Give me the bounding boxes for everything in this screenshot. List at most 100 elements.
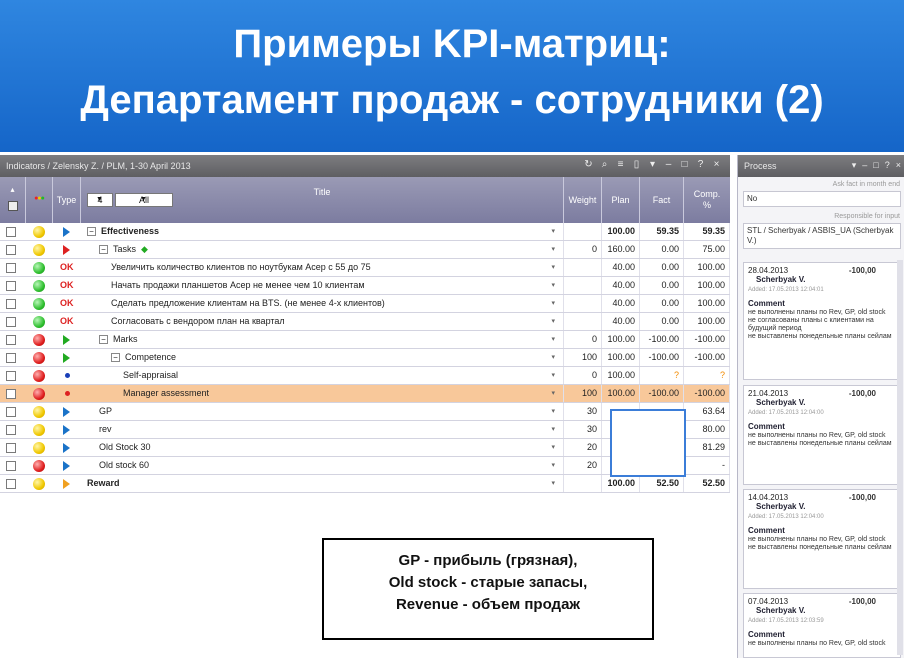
search-icon[interactable]: ⌕ (599, 159, 610, 171)
collapse-icon[interactable]: − (99, 335, 108, 345)
weight-cell[interactable]: 100 (564, 385, 602, 402)
select-all-checkbox[interactable] (8, 201, 18, 211)
maximize-icon[interactable]: □ (679, 159, 690, 171)
row-title-cell[interactable]: Manager assessment ▾ (81, 385, 564, 402)
row-checkbox[interactable] (6, 281, 16, 291)
row-menu-icon[interactable]: ▾ (551, 367, 555, 384)
table-row[interactable]: Reward ▾ 100.00 52.50 52.50 (0, 475, 730, 493)
weight-cell[interactable]: 0 (564, 331, 602, 348)
plan-cell[interactable]: 100.00 (602, 223, 640, 240)
dropdown-icon[interactable]: ▾ (852, 160, 857, 171)
weight-column-header[interactable]: Weight (564, 177, 602, 223)
minimize-icon[interactable]: – (663, 159, 674, 171)
help-icon[interactable]: ? (695, 159, 706, 171)
row-menu-icon[interactable]: ▾ (551, 241, 555, 258)
fact-cell[interactable]: 0.00 (640, 277, 684, 294)
fact-cell[interactable]: -100.00 (640, 331, 684, 348)
table-row[interactable]: − Marks ▾ 0 100.00 -100.00 -100.00 (0, 331, 730, 349)
title-header-label[interactable]: Title (81, 187, 563, 197)
comp-cell[interactable]: -100.00 (684, 349, 730, 366)
comp-cell[interactable]: ? (684, 367, 730, 384)
row-menu-icon[interactable]: ▾ (551, 223, 555, 240)
comp-column-header[interactable]: Comp. % (684, 177, 730, 223)
comp-cell[interactable]: 81.29 (684, 439, 730, 456)
refresh-icon[interactable]: ↻ (583, 159, 594, 171)
row-menu-icon[interactable]: ▾ (551, 259, 555, 276)
document-icon[interactable]: ▯ (631, 159, 642, 171)
comp-cell[interactable]: - (684, 457, 730, 474)
comment-entry[interactable]: 14.04.2013 -100,00 Scherbyak V. Added: 17.0… (743, 489, 901, 589)
row-menu-icon[interactable]: ▾ (551, 295, 555, 312)
comp-cell[interactable]: 75.00 (684, 241, 730, 258)
weight-cell[interactable] (564, 277, 602, 294)
list-icon[interactable]: ≡ (615, 159, 626, 171)
weight-cell[interactable] (564, 475, 602, 492)
row-title-cell[interactable]: Old Stock 30 ▾ (81, 439, 564, 456)
plan-cell[interactable]: 40.00 (602, 313, 640, 330)
maximize-icon[interactable]: □ (873, 160, 878, 171)
weight-cell[interactable] (564, 259, 602, 276)
weight-cell[interactable]: 100 (564, 349, 602, 366)
table-row[interactable]: OK Начать продажи планшетов Асер не менее… (0, 277, 730, 295)
weight-cell[interactable] (564, 295, 602, 312)
comp-cell[interactable]: 52.50 (684, 475, 730, 492)
plan-cell[interactable]: 40.00 (602, 259, 640, 276)
row-title-cell[interactable]: Сделать предложение клиентам на BTS. (не… (81, 295, 564, 312)
comment-entry[interactable]: 07.04.2013 -100,00 Scherbyak V. Added: 17.0… (743, 593, 901, 658)
row-title-cell[interactable]: Old stock 60 ▾ (81, 457, 564, 474)
fact-cell[interactable]: 52.50 (640, 475, 684, 492)
weight-cell[interactable]: 20 (564, 439, 602, 456)
table-row[interactable]: − Effectiveness ▾ 100.00 59.35 59.35 (0, 223, 730, 241)
help-icon[interactable]: ? (885, 160, 890, 171)
comp-cell[interactable]: -100.00 (684, 385, 730, 402)
row-checkbox[interactable] (6, 335, 16, 345)
collapse-icon[interactable]: − (111, 353, 120, 363)
row-checkbox[interactable] (6, 461, 16, 471)
plan-cell[interactable]: 100.00 (602, 331, 640, 348)
plan-cell[interactable]: 100.00 (602, 385, 640, 402)
row-title-cell[interactable]: Reward ▾ (81, 475, 564, 492)
weight-cell[interactable]: 30 (564, 421, 602, 438)
plan-column-header[interactable]: Plan (602, 177, 640, 223)
row-menu-icon[interactable]: ▾ (551, 331, 555, 348)
row-checkbox[interactable] (6, 317, 16, 327)
plan-cell[interactable]: 100.00 (602, 349, 640, 366)
row-checkbox[interactable] (6, 425, 16, 435)
table-row[interactable]: Manager assessment ▾ 100 100.00 -100.00 -100.… (0, 385, 730, 403)
weight-cell[interactable]: 30 (564, 403, 602, 420)
plan-cell[interactable]: 40.00 (602, 295, 640, 312)
row-title-cell[interactable]: − Tasks ◆ ▾ (81, 241, 564, 258)
fact-cell[interactable]: -100.00 (640, 385, 684, 402)
comp-cell[interactable]: 59.35 (684, 223, 730, 240)
dropdown-icon[interactable]: ▾ (647, 159, 658, 171)
row-checkbox[interactable] (6, 479, 16, 489)
row-checkbox[interactable] (6, 407, 16, 417)
row-checkbox[interactable] (6, 227, 16, 237)
row-menu-icon[interactable]: ▾ (551, 475, 555, 492)
plan-cell[interactable]: 100.00 (602, 475, 640, 492)
row-menu-icon[interactable]: ▾ (551, 313, 555, 330)
minimize-icon[interactable]: – (862, 160, 867, 171)
weight-cell[interactable] (564, 313, 602, 330)
comment-entry[interactable]: 28.04.2013 -100,00 Scherbyak V. Added: 17.0… (743, 262, 901, 380)
row-title-cell[interactable]: Увеличить количество клиентов по ноутбук… (81, 259, 564, 276)
row-menu-icon[interactable]: ▾ (551, 403, 555, 420)
fact-cell[interactable]: 0.00 (640, 241, 684, 258)
table-row[interactable]: OK Сделать предложение клиентам на BTS. (… (0, 295, 730, 313)
plan-cell[interactable]: 160.00 (602, 241, 640, 258)
row-title-cell[interactable]: GP ▾ (81, 403, 564, 420)
comp-cell[interactable]: 100.00 (684, 295, 730, 312)
comp-cell[interactable]: -100.00 (684, 331, 730, 348)
row-menu-icon[interactable]: ▾ (551, 439, 555, 456)
row-title-cell[interactable]: − Effectiveness ▾ (81, 223, 564, 240)
comp-cell[interactable]: 100.00 (684, 259, 730, 276)
add-icon[interactable]: ◆ (141, 244, 148, 254)
fact-cell[interactable]: 59.35 (640, 223, 684, 240)
weight-cell[interactable]: 0 (564, 367, 602, 384)
row-checkbox[interactable] (6, 299, 16, 309)
comp-cell[interactable]: 100.00 (684, 313, 730, 330)
collapse-icon[interactable]: − (99, 245, 108, 255)
row-title-cell[interactable]: rev ▾ (81, 421, 564, 438)
plan-cell[interactable]: 100.00 (602, 367, 640, 384)
plan-cell[interactable]: 40.00 (602, 277, 640, 294)
